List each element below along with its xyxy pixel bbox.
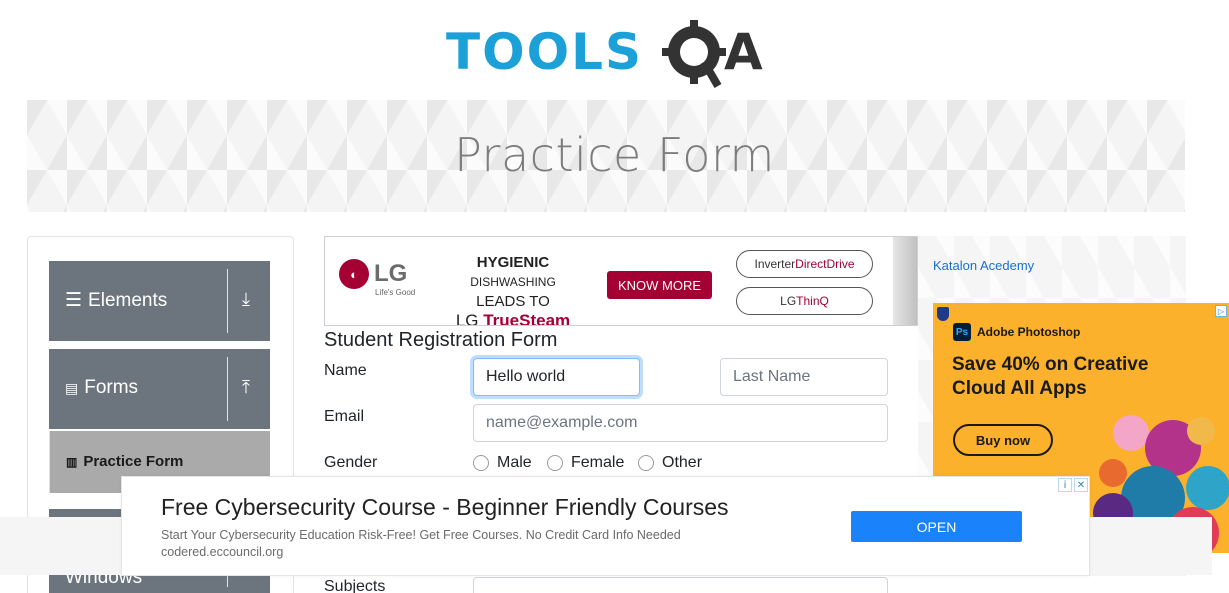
- katalon-academy-link[interactable]: Katalon Acedemy: [933, 258, 1034, 273]
- ad-info-icon[interactable]: i: [1058, 478, 1072, 492]
- lg-headline-3b: TrueSteam: [483, 311, 571, 326]
- ad-info-icon[interactable]: ▷: [1215, 305, 1227, 317]
- gender-radio-male[interactable]: Male: [473, 454, 532, 472]
- shield-icon: [937, 307, 949, 321]
- lg-headline-2: LEADS TO: [476, 293, 550, 310]
- lg-advertisement[interactable]: ◐ LG Life's Good HYGIENIC DISHWASHING LE…: [324, 236, 918, 326]
- email-input[interactable]: [473, 404, 888, 442]
- pill-text-accent: ThinQ: [796, 294, 829, 308]
- close-icon[interactable]: ✕: [1074, 478, 1088, 492]
- sidebar-group-forms[interactable]: ▤ Forms ⤒: [49, 349, 270, 429]
- gender-radio-other[interactable]: Other: [638, 454, 702, 472]
- radio-label[interactable]: Other: [662, 454, 702, 472]
- last-name-input[interactable]: [720, 358, 888, 396]
- lg-product-image: [893, 237, 917, 325]
- toolsqa-logo[interactable]: TOOLS A: [446, 14, 771, 92]
- svg-text:A: A: [724, 23, 763, 81]
- adobe-product-row: Ps Adobe Photoshop: [953, 323, 1080, 341]
- subjects-label: Subjects: [324, 578, 386, 593]
- pill-text: LG: [780, 294, 797, 308]
- lg-thinq-button[interactable]: LG ThinQ: [736, 287, 873, 315]
- lg-tagline: Life's Good: [375, 288, 416, 297]
- adchoices[interactable]: i ✕: [1058, 478, 1088, 492]
- pill-text: Inverter: [754, 257, 796, 271]
- name-label: Name: [324, 362, 367, 379]
- hamburger-icon: ☰: [65, 290, 83, 311]
- sidebar-group-label: Elements: [88, 289, 168, 311]
- radio-circle[interactable]: [638, 455, 654, 471]
- lg-circle-icon: ◐: [339, 259, 369, 289]
- ad-title[interactable]: Free Cybersecurity Course - Beginner Fri…: [161, 494, 729, 521]
- gender-label: Gender: [324, 454, 378, 471]
- page-title: Practice Form: [454, 128, 775, 182]
- know-more-button[interactable]: KNOW MORE: [607, 271, 712, 299]
- lg-headline-3a: LG: [455, 311, 484, 326]
- sidebar-item-wrap: ▥ Practice Form: [66, 453, 183, 470]
- sidebar-group-elements-label-wrap: ☰ Elements: [65, 289, 167, 312]
- radio-label[interactable]: Female: [571, 454, 624, 472]
- lg-brand: LG: [374, 260, 408, 287]
- ad-description: Start Your Cybersecurity Education Risk-…: [161, 528, 681, 542]
- first-name-input[interactable]: [473, 358, 640, 396]
- divider: [227, 269, 228, 333]
- adobe-product-name: Adobe Photoshop: [977, 325, 1081, 339]
- photoshop-icon: Ps: [953, 323, 971, 341]
- buy-now-button[interactable]: Buy now: [953, 424, 1053, 456]
- document-icon: ▤: [65, 379, 79, 396]
- divider: [227, 357, 228, 421]
- radio-label[interactable]: Male: [497, 454, 532, 472]
- sidebar-group-elements[interactable]: ☰ Elements ⤓: [49, 261, 270, 341]
- form-title: Student Registration Form: [324, 329, 558, 351]
- sidebar-group-forms-label-wrap: ▤ Forms: [65, 377, 138, 399]
- gender-radio-female[interactable]: Female: [547, 454, 624, 472]
- lg-headline: HYGIENIC DISHWASHING LEADS TO LG TrueSte…: [433, 253, 593, 326]
- adobe-headline: Save 40% on Creative Cloud All Apps: [952, 354, 1149, 399]
- ad-url[interactable]: codered.eccouncil.org: [161, 545, 283, 559]
- subjects-input[interactable]: [473, 577, 888, 593]
- email-label: Email: [324, 408, 365, 425]
- lg-headline-1a: HYGIENIC: [476, 254, 550, 271]
- svg-text:TOOLS: TOOLS: [446, 23, 643, 81]
- download-arrow-icon[interactable]: ⤓: [242, 289, 250, 310]
- radio-circle[interactable]: [473, 455, 489, 471]
- sidebar-item-label: Practice Form: [83, 453, 184, 470]
- lg-headline-1b: DISHWASHING: [470, 275, 556, 289]
- form-icon: ▥: [66, 454, 78, 469]
- bottom-advertisement[interactable]: Free Cybersecurity Course - Beginner Fri…: [121, 476, 1090, 576]
- toolsqa-logo-graphic: TOOLS A: [446, 20, 763, 89]
- upload-arrow-icon[interactable]: ⤒: [242, 377, 250, 398]
- lg-logo: ◐ LG: [339, 259, 407, 289]
- pill-text-accent: DirectDrive: [795, 257, 855, 271]
- inverter-directdrive-button[interactable]: Inverter DirectDrive: [736, 250, 873, 278]
- radio-circle[interactable]: [547, 455, 563, 471]
- open-button[interactable]: OPEN: [851, 511, 1022, 542]
- sidebar-group-label: Forms: [84, 377, 139, 398]
